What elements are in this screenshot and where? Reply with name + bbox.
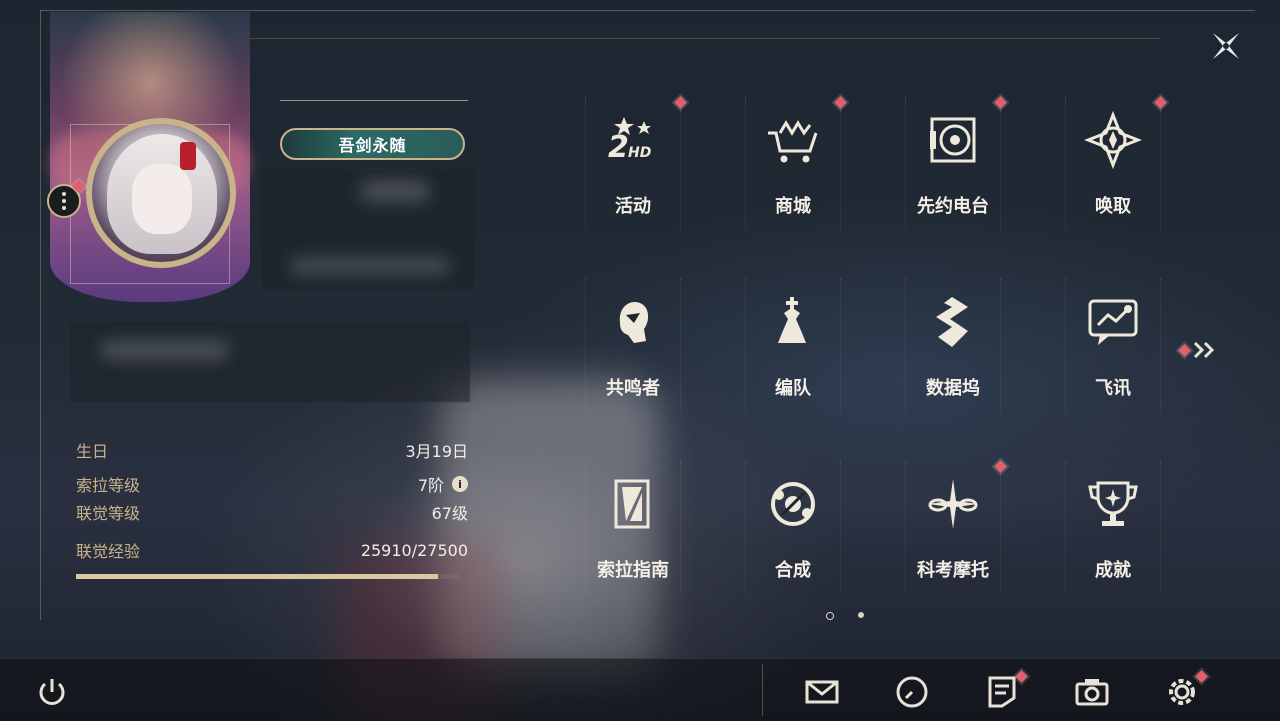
title-badge[interactable]: 吾剑永随 [280,128,465,160]
menu-item-motorbike[interactable]: 科考摩托 [905,460,1007,594]
name-underline [280,100,468,101]
menu-item-messages[interactable]: 飞讯 [1065,278,1161,412]
menu-item-radio[interactable]: 先约电台 [905,96,1007,230]
settings-icon [1169,679,1195,705]
frame-top-line [40,10,1255,11]
menu-item-convene[interactable]: 唤取 [1065,96,1167,230]
page-indicator [826,612,864,620]
stat-union-level: 联觉等级 67级 [76,500,468,524]
blurred-text [360,180,430,202]
page-dot-active[interactable] [826,612,834,620]
menu-item-shop[interactable]: 商城 [745,96,847,230]
notice-icon [988,676,1016,708]
hidden-signature-block [70,322,470,402]
blurred-text [290,258,450,274]
stat-union-exp: 联觉经验 25910/27500 [76,538,468,562]
stat-birthday: 生日 3月19日 [76,438,468,462]
menu-item-data-bank[interactable]: 数据坞 [905,278,1001,412]
menu-item-achievements[interactable]: 成就 [1065,460,1161,594]
clock-icon [896,676,928,708]
birthday-value: 3月19日 [405,442,468,461]
panel-divider [250,38,1160,39]
settings-button[interactable] [1160,670,1208,714]
more-dot-icon [62,192,66,196]
menu-grid: 2 HD 活动 商城 先约电台 唤取 共鸣者 编队 数据坞 飞讯 索拉指南 合成… [585,96,1167,606]
next-page-button[interactable] [1178,340,1219,360]
bottom-bar-divider [762,664,763,716]
union-exp-label: 联觉经验 [76,542,141,561]
union-level-value: 67级 [431,504,468,523]
camera-icon [1075,679,1109,706]
menu-item-guide[interactable]: 索拉指南 [585,460,681,594]
frame-left-line [40,10,41,620]
sola-level-group: 7阶 i [418,472,468,496]
menu-item-team[interactable]: 编队 [745,278,841,412]
notification-badge [1178,343,1191,357]
sola-level-value: 7阶 [417,476,444,495]
birthday-label: 生日 [76,442,109,461]
close-button[interactable] [1200,20,1252,72]
menu-item-synthesis[interactable]: 合成 [745,460,841,594]
avatar-face [132,164,192,234]
profile-stats: 生日 3月19日 索拉等级 7阶 i 联觉等级 67级 联觉经验 25910/2… [76,438,468,572]
clock-button[interactable] [890,670,934,714]
notice-button[interactable] [980,670,1028,714]
power-icon [39,679,65,705]
more-dot-icon [62,199,66,203]
title-badge-text: 吾剑永随 [338,136,407,155]
menu-item-activity[interactable]: 2 HD 活动 [585,96,687,230]
avatar[interactable] [86,118,236,268]
union-exp-bar [76,574,460,579]
sola-level-label: 索拉等级 [76,476,141,495]
union-exp-fill [76,574,438,579]
union-exp-value: 25910/27500 [360,540,468,560]
info-icon[interactable]: i [452,476,468,492]
stat-sola-level: 索拉等级 7阶 i [76,472,468,496]
blurred-text [100,340,230,360]
double-chevron-right-icon [1193,341,1215,359]
mail-button[interactable] [800,670,844,714]
power-button[interactable] [32,672,72,712]
page-dot[interactable] [858,612,864,618]
mail-icon [805,680,839,704]
menu-item-resonators[interactable]: 共鸣者 [585,278,681,412]
avatar-ribbon [180,142,196,170]
more-dot-icon [62,206,66,210]
union-level-label: 联觉等级 [76,504,141,523]
camera-button[interactable] [1070,670,1114,714]
close-icon [1213,33,1239,59]
